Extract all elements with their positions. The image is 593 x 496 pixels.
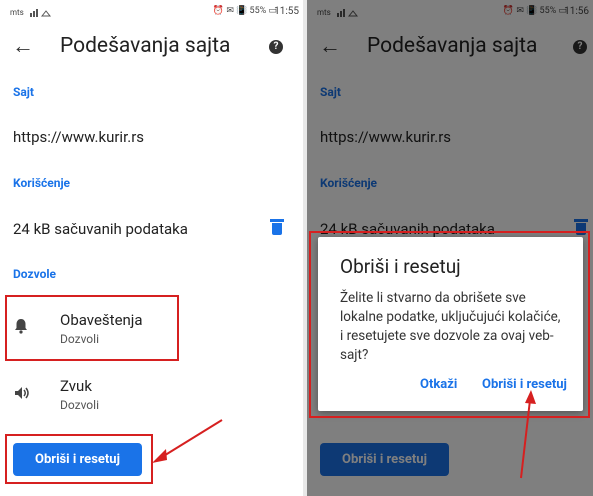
status-bar: mts ⏰ ✉ 📳 55% ▭ 11:55 bbox=[0, 0, 303, 26]
status-indicators: ⏰ ✉ 📳 55% ▭ bbox=[212, 6, 277, 16]
section-header-usage: Korišćenje bbox=[13, 176, 71, 190]
clock: 11:55 bbox=[274, 6, 299, 17]
section-header-site: Sajt bbox=[13, 85, 34, 99]
permission-title: Zvuk bbox=[60, 377, 92, 395]
highlight-box-button bbox=[5, 434, 153, 484]
site-settings-screen-before: mts ⏰ ✉ 📳 55% ▭ 11:55 ← Podešavanja sajt… bbox=[0, 0, 303, 496]
section-header-permissions: Dozvole bbox=[13, 267, 57, 281]
stored-data-text: 24 kB sačuvanih podataka bbox=[13, 220, 188, 238]
arrow-back-icon[interactable]: ← bbox=[12, 36, 34, 58]
page-title: Podešavanja sajta bbox=[60, 34, 231, 58]
highlight-box-notifications bbox=[5, 295, 179, 361]
signal-icon bbox=[30, 7, 52, 20]
trash-icon[interactable] bbox=[270, 219, 284, 235]
app-bar: ← Podešavanja sajta ? bbox=[0, 26, 303, 70]
site-settings-screen-dialog: mts ⏰ ✉ 📳 55% ▭ 11:56 ← Podešavanja sajt… bbox=[307, 0, 593, 496]
speaker-icon bbox=[14, 385, 32, 403]
permission-item-sound[interactable]: Zvuk Dozvoli bbox=[0, 365, 303, 425]
permission-value: Dozvoli bbox=[60, 398, 99, 412]
carrier-label: mts bbox=[10, 8, 24, 17]
site-url: https://www.kurir.rs bbox=[13, 128, 145, 146]
highlight-box-dialog bbox=[309, 231, 590, 418]
help-icon[interactable]: ? bbox=[269, 40, 283, 54]
